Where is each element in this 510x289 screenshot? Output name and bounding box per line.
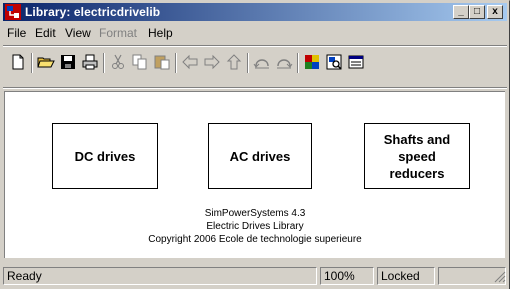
- menu-file[interactable]: File: [7, 26, 26, 40]
- save-icon[interactable]: [59, 53, 77, 71]
- info-line-library: Electric Drives Library: [206, 221, 304, 232]
- open-folder-icon[interactable]: [37, 53, 55, 71]
- library-canvas[interactable]: DC drives AC drives Shafts and speed red…: [4, 91, 505, 258]
- maximize-button[interactable]: □: [469, 5, 485, 19]
- toolbar-separator: [297, 53, 299, 73]
- cut-icon[interactable]: [109, 53, 127, 71]
- minimize-button[interactable]: _: [453, 5, 469, 19]
- menu-bar: File Edit View Format Help: [3, 23, 507, 42]
- shafts-label-line-2: speed: [398, 148, 436, 164]
- status-state: Ready: [3, 267, 317, 285]
- print-icon[interactable]: [81, 53, 99, 71]
- resize-grip-icon[interactable]: [494, 271, 506, 283]
- window-title: Library: electricdrivelib: [25, 5, 161, 19]
- debugger-icon[interactable]: [347, 53, 365, 71]
- status-lock: Locked: [377, 267, 435, 285]
- simulink-library-window: Library: electricdrivelib _ □ x File Edi…: [0, 0, 510, 289]
- model-explorer-icon[interactable]: [325, 53, 343, 71]
- toolbar-separator: [175, 53, 177, 73]
- title-bar[interactable]: Library: electricdrivelib _ □ x: [3, 3, 507, 21]
- paste-icon[interactable]: [153, 53, 171, 71]
- simulink-app-icon: [5, 4, 21, 20]
- menu-view[interactable]: View: [65, 26, 91, 40]
- info-line-product: SimPowerSystems 4.3: [204, 208, 306, 219]
- undo-icon[interactable]: [253, 53, 271, 71]
- menu-divider: [3, 45, 507, 47]
- toolbar-separator: [103, 53, 105, 73]
- ac-drives-label: AC drives: [229, 148, 291, 164]
- library-browser-icon[interactable]: [303, 53, 321, 71]
- dc-drives-block[interactable]: DC drives: [52, 123, 158, 189]
- ac-drives-block[interactable]: AC drives: [208, 123, 312, 189]
- toolbar: [3, 49, 507, 77]
- dc-drives-label: DC drives: [74, 148, 136, 164]
- status-zoom: 100%: [320, 267, 374, 285]
- new-file-icon[interactable]: [9, 53, 27, 71]
- shafts-speed-reducers-label: Shafts and speed reducers: [384, 131, 450, 182]
- copy-icon[interactable]: [131, 53, 149, 71]
- up-icon[interactable]: [225, 53, 243, 71]
- toolbar-separator: [247, 53, 249, 73]
- status-bar: Ready 100% Locked: [3, 265, 509, 287]
- close-button[interactable]: x: [487, 5, 503, 19]
- menu-edit[interactable]: Edit: [35, 26, 56, 40]
- back-icon[interactable]: [181, 53, 199, 71]
- info-line-copyright: Copyright 2006 Ecole de technologie supe…: [148, 234, 362, 245]
- shafts-speed-reducers-block[interactable]: Shafts and speed reducers: [364, 123, 470, 189]
- toolbar-divider: [3, 87, 507, 89]
- menu-help[interactable]: Help: [148, 26, 173, 40]
- menu-format[interactable]: Format: [99, 26, 137, 40]
- shafts-label-line-1: Shafts and: [383, 131, 451, 147]
- shafts-label-line-3: reducers: [389, 165, 445, 181]
- toolbar-separator: [31, 53, 33, 73]
- forward-icon[interactable]: [203, 53, 221, 71]
- redo-icon[interactable]: [275, 53, 293, 71]
